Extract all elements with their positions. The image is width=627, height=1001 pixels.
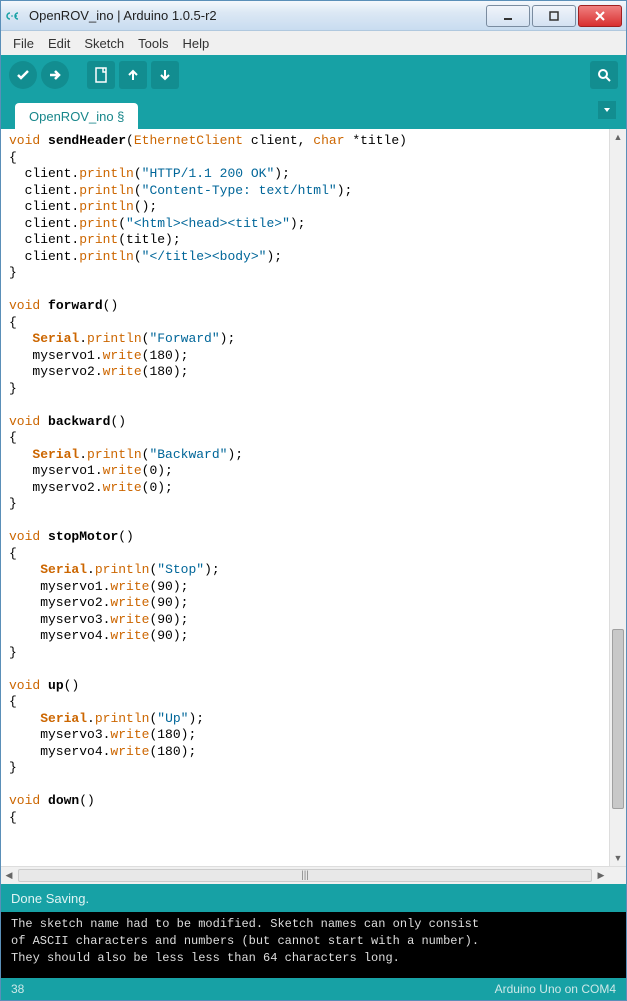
tabbar: OpenROV_ino § xyxy=(1,95,626,129)
window-title: OpenROV_ino | Arduino 1.0.5-r2 xyxy=(29,8,486,23)
upload-button[interactable] xyxy=(41,61,69,89)
console-line: of ASCII characters and numbers (but can… xyxy=(11,934,479,948)
line-number: 38 xyxy=(11,982,24,996)
verify-button[interactable] xyxy=(9,61,37,89)
editor-wrap: void sendHeader(EthernetClient client, c… xyxy=(1,129,626,884)
tab-menu-button[interactable] xyxy=(598,101,616,119)
scroll-down-icon[interactable]: ▼ xyxy=(610,850,626,866)
footer-bar: 38 Arduino Uno on COM4 xyxy=(1,978,626,1000)
status-bar: Done Saving. xyxy=(1,884,626,912)
titlebar[interactable]: OpenROV_ino | Arduino 1.0.5-r2 xyxy=(1,1,626,31)
menu-file[interactable]: File xyxy=(7,34,40,53)
close-button[interactable] xyxy=(578,5,622,27)
new-button[interactable] xyxy=(87,61,115,89)
scrollbar-thumb[interactable] xyxy=(612,629,624,809)
console-line: The sketch name had to be modified. Sket… xyxy=(11,917,479,931)
maximize-button[interactable] xyxy=(532,5,576,27)
minimize-button[interactable] xyxy=(486,5,530,27)
menu-tools[interactable]: Tools xyxy=(132,34,174,53)
arduino-icon xyxy=(5,7,23,25)
console-line: They should also be less less than 64 ch… xyxy=(11,951,400,965)
menu-help[interactable]: Help xyxy=(176,34,215,53)
scroll-right-icon[interactable]: ▶ xyxy=(593,867,609,884)
window-controls xyxy=(486,5,622,27)
horizontal-scrollbar[interactable]: ◀ ||| ▶ xyxy=(1,866,626,884)
serial-monitor-button[interactable] xyxy=(590,61,618,89)
scroll-left-icon[interactable]: ◀ xyxy=(1,867,17,884)
status-text: Done Saving. xyxy=(11,891,89,906)
toolbar xyxy=(1,55,626,95)
app-window: OpenROV_ino | Arduino 1.0.5-r2 File Edit… xyxy=(0,0,627,1001)
board-port-label: Arduino Uno on COM4 xyxy=(495,982,616,996)
scroll-up-icon[interactable]: ▲ xyxy=(610,129,626,145)
console-output[interactable]: The sketch name had to be modified. Sket… xyxy=(1,912,626,978)
menubar: File Edit Sketch Tools Help xyxy=(1,31,626,55)
code-editor[interactable]: void sendHeader(EthernetClient client, c… xyxy=(1,129,626,866)
open-button[interactable] xyxy=(119,61,147,89)
tab-sketch[interactable]: OpenROV_ino § xyxy=(15,103,138,129)
save-button[interactable] xyxy=(151,61,179,89)
menu-sketch[interactable]: Sketch xyxy=(78,34,130,53)
vertical-scrollbar[interactable]: ▲ ▼ xyxy=(609,129,626,866)
menu-edit[interactable]: Edit xyxy=(42,34,76,53)
hscroll-track[interactable]: ||| xyxy=(18,869,592,882)
